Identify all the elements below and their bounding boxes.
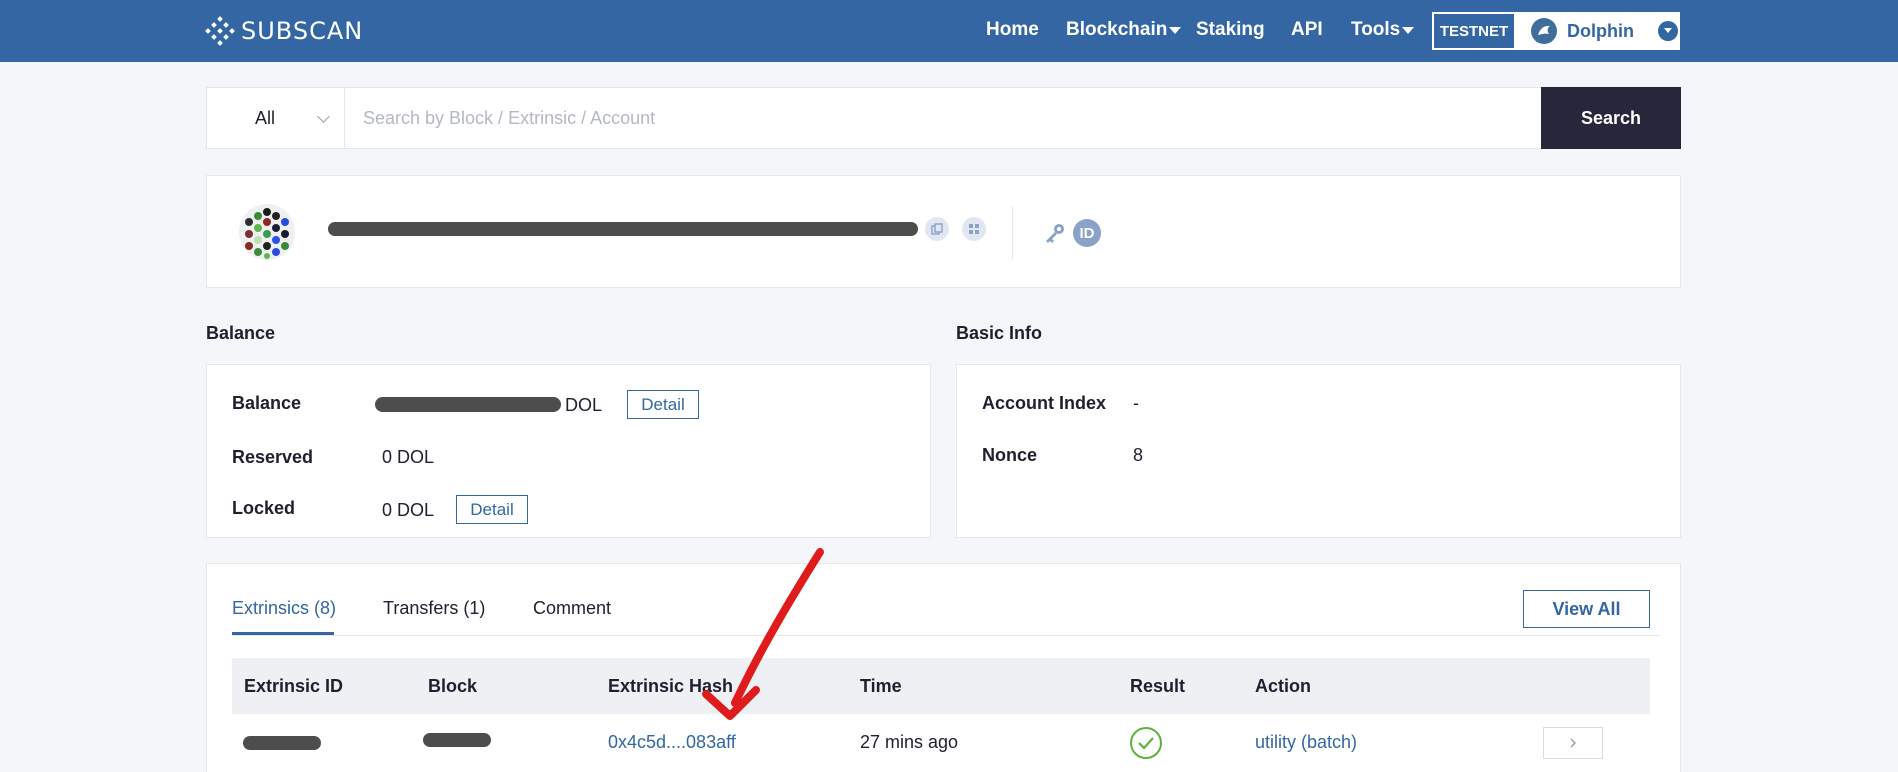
tab-comment[interactable]: Comment <box>533 598 611 619</box>
view-all-button[interactable]: View All <box>1523 590 1650 628</box>
tab-extrinsics[interactable]: Extrinsics (8) <box>232 598 336 619</box>
account-address-redacted <box>328 222 918 236</box>
nav-api-label: API <box>1291 19 1323 40</box>
divider <box>1012 206 1013 260</box>
extrinsic-time: 27 mins ago <box>860 732 959 752</box>
column-block: Block <box>428 676 478 696</box>
nonce-value: 8 <box>1133 445 1144 465</box>
search-scope-value: All <box>255 107 276 128</box>
qr-code-icon[interactable] <box>962 217 986 241</box>
subscan-logo-icon <box>205 16 235 46</box>
active-tab-indicator <box>232 632 334 635</box>
tab-transfers[interactable]: Transfers (1) <box>383 598 485 619</box>
locked-label: Locked <box>232 498 296 518</box>
nav-home-label: Home <box>986 19 1039 40</box>
basic-info-section-title: Basic Info <box>956 323 1043 343</box>
reserved-label: Reserved <box>232 447 314 467</box>
account-card: ID <box>206 175 1681 288</box>
logo-text: SUBSCAN <box>241 17 364 45</box>
table-header: Extrinsic ID Block Extrinsic Hash Time R… <box>232 658 1650 714</box>
nav-tools[interactable]: Tools <box>1351 19 1415 41</box>
search-input[interactable] <box>345 88 1541 148</box>
key-icon[interactable] <box>1042 220 1068 246</box>
extrinsic-hash-link[interactable]: 0x4c5d....083aff <box>608 732 736 753</box>
copy-icon[interactable] <box>925 217 949 241</box>
search-scope-select[interactable]: All <box>207 88 345 148</box>
balance-card: Balance DOL Detail Reserved 0 DOL Locked… <box>206 364 931 538</box>
chevron-down-icon <box>317 110 330 123</box>
account-index-value: - <box>1133 393 1139 413</box>
column-extrinsic-id: Extrinsic ID <box>244 676 344 696</box>
nonce-label: Nonce <box>982 445 1038 465</box>
network-name: Dolphin <box>1515 13 1679 49</box>
caret-down-icon <box>1169 27 1182 35</box>
chevron-right-icon[interactable] <box>1543 727 1603 759</box>
identity-icon[interactable]: ID <box>1073 219 1101 247</box>
top-navbar: SUBSCAN Home Blockchain Staking API Tool… <box>0 0 1898 62</box>
locked-value: 0 DOL <box>382 500 435 520</box>
reserved-value: 0 DOL <box>382 447 435 467</box>
chevron-down-icon[interactable] <box>1657 21 1678 41</box>
balance-section-title: Balance <box>206 323 276 343</box>
nav-api[interactable]: API <box>1291 19 1323 41</box>
column-time: Time <box>860 676 902 696</box>
column-extrinsic-hash: Extrinsic Hash <box>608 676 734 696</box>
search-bar: All Search <box>206 87 1681 149</box>
nav-tools-label: Tools <box>1351 19 1401 40</box>
nav-home[interactable]: Home <box>986 19 1039 41</box>
nav-staking-label: Staking <box>1196 19 1265 40</box>
tab-divider <box>232 635 1660 636</box>
dolphin-icon <box>1531 18 1557 44</box>
search-button[interactable]: Search <box>1541 87 1681 149</box>
block-redacted[interactable] <box>423 733 491 747</box>
network-switcher[interactable]: TESTNET Dolphin <box>1432 12 1680 50</box>
nav-blockchain-label: Blockchain <box>1066 19 1168 40</box>
balance-unit: DOL <box>565 395 603 415</box>
nav-staking[interactable]: Staking <box>1196 19 1265 41</box>
testnet-badge: TESTNET <box>1433 13 1515 49</box>
balance-value-redacted <box>375 397 561 412</box>
balance-label: Balance <box>232 393 302 413</box>
account-index-label: Account Index <box>982 393 1107 413</box>
extrinsic-action-link[interactable]: utility (batch) <box>1255 732 1357 753</box>
check-circle-icon <box>1130 727 1162 759</box>
caret-down-icon <box>1402 27 1415 35</box>
nav-blockchain[interactable]: Blockchain <box>1066 19 1182 41</box>
extrinsic-id-redacted[interactable] <box>243 736 321 750</box>
column-action: Action <box>1255 676 1311 696</box>
basic-info-card: Account Index - Nonce 8 <box>956 364 1681 538</box>
account-identicon <box>239 204 295 260</box>
subscan-logo[interactable]: SUBSCAN <box>205 14 363 48</box>
locked-detail-button[interactable]: Detail <box>456 495 528 524</box>
balance-detail-button[interactable]: Detail <box>627 390 699 419</box>
network-name-label: Dolphin <box>1567 20 1634 41</box>
activity-card: Extrinsics (8) Transfers (1) Comment Vie… <box>206 563 1681 772</box>
column-result: Result <box>1130 676 1186 696</box>
